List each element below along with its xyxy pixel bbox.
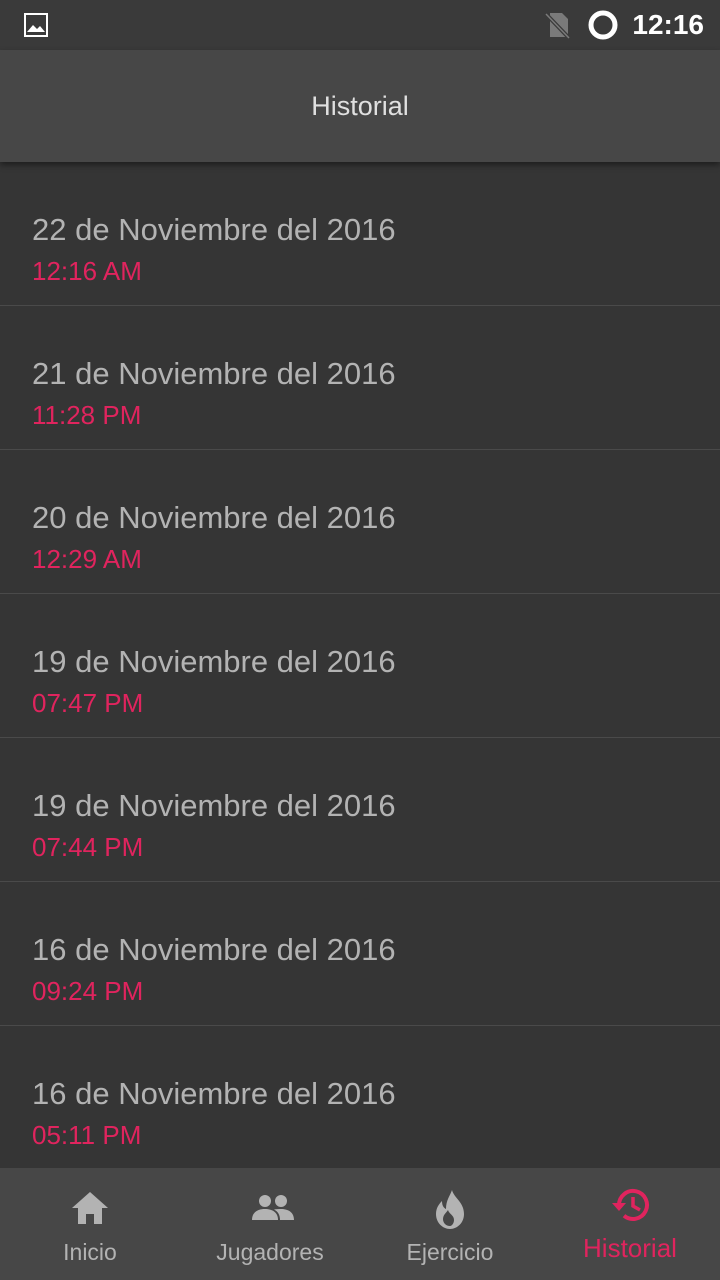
nav-item-jugadores[interactable]: Jugadores (180, 1168, 360, 1280)
history-list[interactable]: 22 de Noviembre del 2016 12:16 AM 21 de … (0, 162, 720, 1168)
list-item[interactable]: 21 de Noviembre del 2016 11:28 PM (0, 306, 720, 450)
nav-label: Ejercicio (406, 1239, 494, 1265)
nav-item-historial[interactable]: Historial (540, 1168, 720, 1280)
no-sim-icon (543, 11, 571, 44)
list-item[interactable]: 19 de Noviembre del 2016 07:47 PM (0, 594, 720, 738)
history-time: 12:16 AM (32, 256, 142, 286)
nav-item-ejercicio[interactable]: Ejercicio (360, 1168, 540, 1280)
history-date: 19 de Noviembre del 2016 (32, 788, 396, 823)
people-icon (250, 1188, 294, 1228)
list-item[interactable]: 22 de Noviembre del 2016 12:16 AM (0, 162, 720, 306)
history-time: 09:24 PM (32, 976, 144, 1006)
bottom-navigation: Inicio Jugadores Ejercicio Historial (0, 1168, 720, 1280)
history-time: 11:28 PM (32, 400, 142, 430)
home-icon (70, 1188, 110, 1228)
history-time: 12:29 AM (32, 544, 142, 574)
nav-label: Jugadores (216, 1239, 324, 1265)
history-icon (610, 1184, 650, 1224)
flame-icon (430, 1188, 470, 1229)
list-item[interactable]: 16 de Noviembre del 2016 05:11 PM (0, 1026, 720, 1168)
history-time: 07:47 PM (32, 688, 144, 718)
history-date: 16 de Noviembre del 2016 (32, 1076, 396, 1111)
nav-label: Inicio (63, 1239, 117, 1265)
history-time: 07:44 PM (32, 832, 144, 862)
page-title: Historial (311, 91, 409, 121)
status-time: 12:16 (632, 9, 704, 40)
list-item[interactable]: 19 de Noviembre del 2016 07:44 PM (0, 738, 720, 882)
history-date: 22 de Noviembre del 2016 (32, 212, 396, 247)
app-bar: Historial (0, 50, 720, 162)
nav-label: Historial (583, 1233, 677, 1263)
list-item[interactable]: 20 de Noviembre del 2016 12:29 AM (0, 450, 720, 594)
history-date: 19 de Noviembre del 2016 (32, 644, 396, 679)
history-date: 16 de Noviembre del 2016 (32, 932, 396, 967)
history-time: 05:11 PM (32, 1120, 142, 1150)
history-date: 21 de Noviembre del 2016 (32, 356, 396, 391)
sync-ring-icon (587, 9, 619, 46)
nav-item-inicio[interactable]: Inicio (0, 1168, 180, 1280)
history-date: 20 de Noviembre del 2016 (32, 500, 396, 535)
gallery-icon (24, 13, 48, 42)
status-bar: 12:16 (0, 0, 720, 50)
list-item[interactable]: 16 de Noviembre del 2016 09:24 PM (0, 882, 720, 1026)
